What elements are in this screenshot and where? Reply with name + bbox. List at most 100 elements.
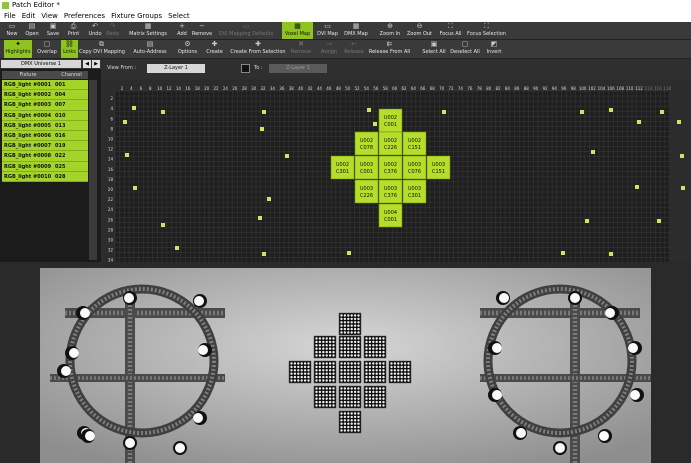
fixture-voxel[interactable]	[262, 110, 266, 114]
fixture-row[interactable]: RGB_light #0003 007	[2, 100, 88, 111]
zoom-out-button[interactable]: ⊖ Zoom Out	[406, 22, 433, 39]
fixture-block[interactable]: U003C076	[402, 155, 427, 180]
create-from-selection-button[interactable]: ✚ Create From Selection	[228, 40, 288, 58]
menu-item[interactable]: File	[4, 12, 16, 20]
fixture-voxel[interactable]	[442, 110, 446, 114]
fixture-voxel[interactable]	[347, 251, 351, 255]
select-all-button[interactable]: ▣ Select All	[421, 40, 447, 58]
fixture-row[interactable]: RGB_light #0005 013	[2, 120, 88, 131]
new-button[interactable]: ▭ New	[2, 22, 22, 39]
menu-item[interactable]: Preferences	[64, 12, 105, 20]
dvi-map-button[interactable]: ▭ DVI Map	[314, 22, 341, 39]
release-all-button[interactable]: ⇇ Release From All	[367, 40, 412, 58]
led-panel[interactable]	[338, 385, 362, 409]
fixture-voxel[interactable]	[585, 219, 589, 223]
view-color-swatch[interactable]	[241, 64, 250, 73]
fixture-row[interactable]: RGB_light #0004 010	[2, 110, 88, 121]
fixture-voxel[interactable]	[258, 216, 262, 220]
led-panel[interactable]	[388, 360, 412, 384]
add-button[interactable]: + Add	[173, 22, 191, 39]
fixture-block[interactable]: U002C151	[402, 131, 427, 156]
dmx-map-button[interactable]: ▦ DMX Map	[341, 22, 371, 39]
fixture-voxel[interactable]	[123, 120, 127, 124]
fixture-block[interactable]: U002C078	[354, 131, 379, 156]
voxel-matrix-grid[interactable]: 2 4 6 8 10 12 14 16 18 20 22 24 26 28 30 32 34 36 38 40 42 44…	[101, 84, 691, 262]
fixture-block[interactable]: U004C001	[378, 203, 403, 228]
column-header-fixture[interactable]: Fixture	[2, 71, 54, 79]
led-panel[interactable]	[288, 360, 312, 384]
fixture-voxel[interactable]	[132, 106, 136, 110]
fixture-row[interactable]: RGB_light #0010 028	[2, 171, 88, 182]
universe-select[interactable]: DMX Universe 1	[1, 60, 81, 68]
fixture-voxel[interactable]	[635, 185, 639, 189]
dvi-defaults-button[interactable]: ▭ DVI Mapping Defaults	[216, 22, 276, 39]
deselect-all-button[interactable]: ▢ Deselect All	[448, 40, 482, 58]
fixture-voxel[interactable]	[609, 252, 613, 256]
led-panel[interactable]	[338, 335, 362, 359]
create-button[interactable]: ✚ Create	[204, 40, 225, 58]
save-button[interactable]: ▣ Save	[43, 22, 63, 39]
invert-button[interactable]: ◩ Invert	[483, 40, 505, 58]
fixture-voxel[interactable]	[677, 120, 681, 124]
led-panel[interactable]	[338, 410, 362, 434]
led-panel[interactable]	[338, 360, 362, 384]
fixture-voxel[interactable]	[161, 110, 165, 114]
remove-button[interactable]: − Remove	[191, 22, 213, 39]
open-button[interactable]: ▤ Open	[21, 22, 43, 39]
focus-all-button[interactable]: ⛶ Focus All	[436, 22, 465, 39]
fixture-row[interactable]: RGB_light #0007 019	[2, 141, 88, 152]
menu-item[interactable]: Select	[168, 12, 190, 20]
auto-address-button[interactable]: ▤ Auto-Address	[131, 40, 169, 58]
fixture-block[interactable]: U002C301	[330, 155, 355, 180]
fixture-block[interactable]: U002C226	[378, 131, 403, 156]
fixture-row[interactable]: RGB_light #0002 004	[2, 90, 88, 101]
fixture-voxel[interactable]	[637, 120, 641, 124]
copy-dvi-button[interactable]: ⧉ Copy DVI Mapping	[79, 40, 125, 58]
fixture-voxel[interactable]	[657, 219, 661, 223]
column-header-channel[interactable]: Channel	[55, 71, 88, 79]
led-panel[interactable]	[313, 385, 337, 409]
fixture-voxel[interactable]	[367, 108, 371, 112]
fixture-block[interactable]: U003C301	[402, 179, 427, 204]
overlap-button[interactable]: ▢ Overlap	[34, 40, 60, 58]
fixture-voxel[interactable]	[561, 251, 565, 255]
remove-group-button[interactable]: ✖ Remove	[289, 40, 313, 58]
led-panel[interactable]	[363, 360, 387, 384]
fixture-row[interactable]: RGB_light #0009 025	[2, 161, 88, 172]
assign-button[interactable]: → Assign	[318, 40, 340, 58]
undo-button[interactable]: ↶ Undo	[86, 22, 104, 39]
fixture-voxel[interactable]	[660, 110, 664, 114]
options-button[interactable]: ⚙ Options	[175, 40, 200, 58]
fixture-voxel[interactable]	[125, 153, 129, 157]
fixture-voxel[interactable]	[260, 127, 264, 131]
voxel-map-button[interactable]: ▦ Voxel Map	[282, 22, 313, 39]
fixture-row[interactable]: RGB_light #0006 016	[2, 130, 88, 142]
fixture-row[interactable]: RGB_light #0001 001	[2, 80, 88, 91]
fixture-block[interactable]: U003C001	[354, 155, 379, 180]
zoom-in-button[interactable]: ⊕ Zoom In	[375, 22, 405, 39]
fixture-block[interactable]: U002C376	[378, 155, 403, 180]
fixture-voxel[interactable]	[267, 197, 271, 201]
fixture-block[interactable]: U003C151	[426, 155, 451, 180]
fixture-voxel[interactable]	[609, 108, 613, 112]
fixture-voxel[interactable]	[580, 110, 584, 114]
led-panel[interactable]	[313, 360, 337, 384]
print-button[interactable]: ⎙ Print	[63, 22, 84, 39]
release-button[interactable]: ← Release	[342, 40, 366, 58]
view-from-select[interactable]: Z-Layer 1	[147, 64, 205, 73]
fixture-voxel[interactable]	[161, 223, 165, 227]
redo-button[interactable]: ↷ Redo	[104, 22, 121, 39]
view-to-select[interactable]: Z-Layer 1	[269, 64, 327, 73]
fixture-block[interactable]: U002C001	[378, 108, 403, 133]
fixture-row[interactable]: RGB_light #0008 022	[2, 151, 88, 162]
fixture-voxel[interactable]	[680, 154, 684, 158]
fixture-block[interactable]: U003C376	[378, 179, 403, 204]
led-panel[interactable]	[313, 335, 337, 359]
fixture-voxel[interactable]	[262, 252, 266, 256]
fixture-voxel[interactable]	[175, 246, 179, 250]
menu-item[interactable]: View	[41, 12, 58, 20]
previous-universe-button[interactable]: ◀	[83, 60, 91, 68]
menu-item[interactable]: Fixture Groups	[111, 12, 162, 20]
next-universe-button[interactable]: ▶	[92, 60, 100, 68]
fixture-list-scrollbar[interactable]	[89, 80, 97, 260]
